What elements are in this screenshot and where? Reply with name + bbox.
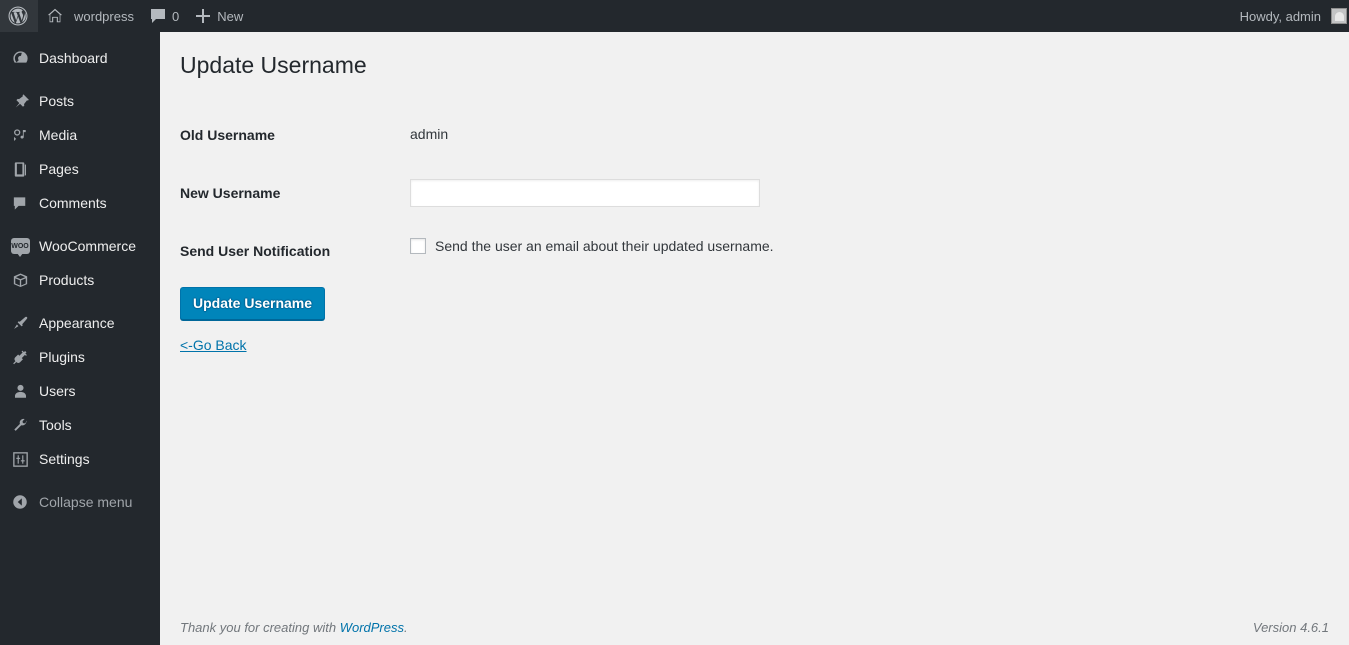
sidebar-item-tools[interactable]: Tools (0, 408, 160, 442)
wordpress-logo-icon (8, 6, 28, 26)
footer-thanks: Thank you for creating with WordPress. (180, 620, 408, 635)
send-notification-checkbox-row[interactable]: Send the user an email about their updat… (410, 237, 774, 255)
plus-icon (195, 8, 211, 24)
admin-footer: Thank you for creating with WordPress. V… (160, 610, 1349, 645)
sidebar-item-label: Settings (39, 451, 90, 467)
comments-count: 0 (171, 8, 180, 24)
site-name-label: wordpress (74, 8, 134, 24)
update-username-form: Old Username admin New Username Send Use… (180, 106, 784, 281)
sidebar-item-users[interactable]: Users (0, 374, 160, 408)
sidebar-item-products[interactable]: Products (0, 263, 160, 297)
footer-thanks-suffix: . (404, 620, 408, 635)
form-row-old-username: Old Username admin (180, 106, 784, 164)
menu-separator-3 (0, 297, 160, 306)
site-name-menu[interactable]: wordpress (38, 0, 142, 32)
sidebar-item-label: Appearance (39, 315, 115, 331)
page-title: Update Username (180, 52, 367, 78)
sidebar-item-pages[interactable]: Pages (0, 152, 160, 186)
woocommerce-icon: WOO (10, 236, 30, 257)
admin-sidebar-menu: Dashboard Posts Media Pages Comments WOO… (0, 32, 160, 645)
menu-spacer-top (0, 32, 160, 41)
old-username-label: Old Username (180, 127, 275, 143)
wordpress-logo-menu[interactable] (0, 0, 38, 32)
plugin-icon (10, 347, 30, 367)
sidebar-item-dashboard[interactable]: Dashboard (0, 41, 160, 75)
send-notification-checkbox[interactable] (410, 238, 426, 255)
page-body: Update Username Old Username admin New U… (160, 32, 1349, 355)
menu-separator-4 (0, 476, 160, 485)
comment-bubble-icon (10, 193, 30, 213)
sidebar-item-comments[interactable]: Comments (0, 186, 160, 220)
sidebar-item-label: Tools (39, 417, 72, 433)
content-area: Update Username Old Username admin New U… (160, 32, 1349, 645)
comment-bubble-icon (150, 8, 166, 24)
sidebar-item-posts[interactable]: Posts (0, 84, 160, 118)
avatar (1331, 8, 1347, 24)
sidebar-item-label: Users (39, 383, 76, 399)
admin-bar: wordpress 0 New Howdy, admin (0, 0, 1349, 32)
collapse-menu-label: Collapse menu (39, 494, 133, 510)
sidebar-item-label: Products (39, 272, 95, 288)
collapse-arrow-icon (10, 492, 30, 512)
paintbrush-icon (10, 313, 30, 333)
my-account-menu[interactable]: Howdy, admin (1232, 0, 1349, 32)
howdy-label: Howdy, admin (1239, 8, 1321, 24)
products-box-icon (10, 270, 30, 290)
pin-icon (10, 91, 30, 111)
page-icon (10, 159, 30, 179)
menu-separator-2 (0, 220, 160, 229)
sidebar-item-label: Comments (39, 195, 107, 211)
wrench-icon (10, 415, 30, 435)
sidebar-item-label: WooCommerce (39, 238, 136, 254)
media-icon (10, 125, 30, 145)
sliders-icon (10, 449, 30, 469)
footer-version: Version 4.6.1 (1252, 620, 1329, 635)
sidebar-item-appearance[interactable]: Appearance (0, 306, 160, 340)
wordpress-link[interactable]: WordPress (340, 620, 404, 635)
sidebar-item-settings[interactable]: Settings (0, 442, 160, 476)
menu-separator-1 (0, 75, 160, 84)
home-icon (46, 7, 64, 25)
submit-area: Update Username <-Go Back (180, 281, 1329, 355)
go-back-link[interactable]: <-Go Back (180, 337, 247, 353)
send-notification-label: Send User Notification (180, 243, 331, 260)
sidebar-item-label: Pages (39, 161, 79, 177)
footer-thanks-prefix: Thank you for creating with (180, 620, 340, 635)
sidebar-item-media[interactable]: Media (0, 118, 160, 152)
sidebar-item-plugins[interactable]: Plugins (0, 340, 160, 374)
comments-menu[interactable]: 0 (142, 0, 187, 32)
sidebar-item-woocommerce[interactable]: WOO WooCommerce (0, 229, 160, 263)
form-row-new-username: New Username (180, 164, 784, 222)
send-notification-checkbox-label: Send the user an email about their updat… (435, 238, 774, 255)
form-row-send-notification: Send User Notification Send the user an … (180, 222, 784, 280)
new-username-input[interactable] (410, 179, 760, 208)
admin-bar-right-group: Howdy, admin (1232, 0, 1349, 32)
sidebar-item-label: Dashboard (39, 50, 108, 66)
user-icon (10, 381, 30, 401)
new-content-menu[interactable]: New (187, 0, 251, 32)
new-content-label: New (217, 8, 244, 24)
new-username-label: New Username (180, 185, 281, 202)
admin-bar-left-group: wordpress 0 New (0, 0, 251, 32)
sidebar-item-label: Posts (39, 93, 75, 109)
sidebar-item-label: Media (39, 127, 78, 143)
dashboard-icon (10, 48, 30, 68)
update-username-button[interactable]: Update Username (180, 286, 326, 320)
old-username-value: admin (410, 126, 449, 142)
collapse-menu-button[interactable]: Collapse menu (0, 485, 160, 519)
sidebar-item-label: Plugins (39, 349, 85, 365)
